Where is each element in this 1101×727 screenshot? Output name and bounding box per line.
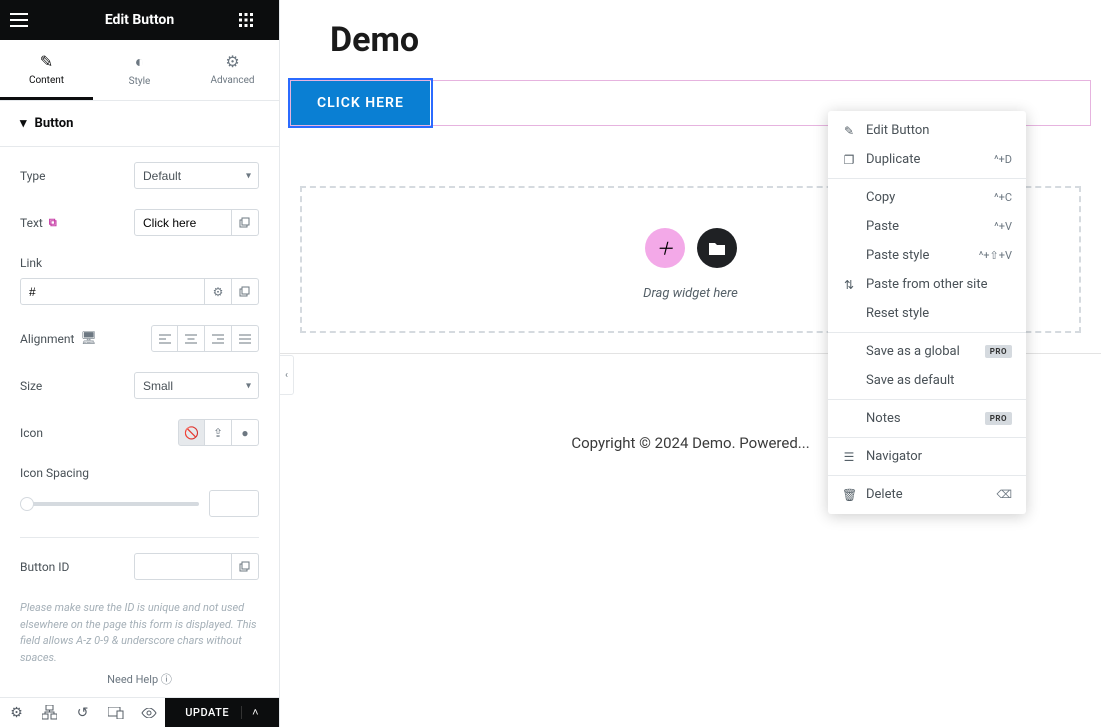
type-select[interactable]: Default xyxy=(134,162,259,189)
panel-tabs: ✎ Content ◐ Style ⚙ Advanced xyxy=(0,40,279,101)
preview-button[interactable] xyxy=(132,698,165,727)
ctx-paste[interactable]: Paste ^+V xyxy=(828,212,1026,241)
icon-spacing-slider[interactable] xyxy=(20,502,199,506)
control-type: Type Default xyxy=(20,162,259,189)
control-link: Link ⚙ xyxy=(20,256,259,305)
menu-icon[interactable] xyxy=(10,13,40,27)
desktop-icon[interactable]: 🖥 xyxy=(80,331,97,346)
ctx-save-default[interactable]: Save as default xyxy=(828,366,1026,395)
icon-upload-button[interactable]: ⇪ xyxy=(205,419,232,446)
pencil-icon: ✎ xyxy=(842,124,856,138)
control-icon: Icon 🚫 ⇪ ● xyxy=(20,419,259,446)
ctx-notes[interactable]: Notes PRO xyxy=(828,404,1026,433)
swap-icon: ⇅ xyxy=(842,278,856,292)
control-alignment: Alignment 🖥 xyxy=(20,325,259,352)
ctx-reset-style[interactable]: Reset style xyxy=(828,299,1026,328)
button-id-input[interactable] xyxy=(134,553,232,580)
context-menu: ✎ Edit Button ❐ Duplicate ^+D Copy ^+C P… xyxy=(828,111,1026,514)
ctx-navigator[interactable]: ☰ Navigator xyxy=(828,442,1026,471)
tab-content[interactable]: ✎ Content xyxy=(0,40,93,100)
panel-title: Edit Button xyxy=(40,12,239,28)
ctx-copy[interactable]: Copy ^+C xyxy=(828,183,1026,212)
icon-none-button[interactable]: 🚫 xyxy=(178,419,205,446)
size-select[interactable]: Small xyxy=(134,372,259,399)
editor-sidebar: Edit Button ✎ Content ◐ Style ⚙ Advanced… xyxy=(0,0,280,727)
align-left-button[interactable] xyxy=(151,325,178,352)
help-icon: ⓘ xyxy=(161,673,172,686)
icon-library-button[interactable]: ● xyxy=(232,419,259,446)
icon-spacing-input[interactable] xyxy=(209,490,259,517)
align-center-button[interactable] xyxy=(178,325,205,352)
control-button-id: Button ID xyxy=(20,553,259,580)
control-icon-spacing: Icon Spacing xyxy=(20,466,259,517)
tab-style[interactable]: ◐ Style xyxy=(93,40,186,100)
contrast-icon: ◐ xyxy=(93,52,186,72)
chevron-up-icon[interactable]: ˄ xyxy=(241,706,259,719)
sidebar-header: Edit Button xyxy=(0,0,279,40)
control-size: Size Small xyxy=(20,372,259,399)
dynamic-icon[interactable]: ⧉ xyxy=(49,216,57,230)
collapse-sidebar-button[interactable]: ‹ xyxy=(280,355,294,395)
link-input[interactable] xyxy=(20,278,205,305)
tab-advanced[interactable]: ⚙ Advanced xyxy=(186,40,279,100)
pencil-icon: ✎ xyxy=(0,52,93,71)
trash-icon: 🗑 xyxy=(842,488,856,502)
control-text: Text ⧉ xyxy=(20,209,259,236)
ctx-paste-style[interactable]: Paste style ^+⇧+V xyxy=(828,241,1026,270)
page-title: Demo xyxy=(280,0,1101,80)
update-button[interactable]: UPDATE ˄ xyxy=(165,698,279,727)
history-button[interactable]: ↺ xyxy=(66,698,99,727)
layers-icon: ☰ xyxy=(842,450,856,464)
link-options-button[interactable]: ⚙ xyxy=(205,278,232,305)
button-id-dynamic-button[interactable] xyxy=(232,553,259,580)
section-button-toggle[interactable]: ▾ Button xyxy=(0,101,279,147)
settings-button[interactable]: ⚙ xyxy=(0,698,33,727)
link-dynamic-button[interactable] xyxy=(232,278,259,305)
sidebar-footer: ⚙ ↺ UPDATE ˄ xyxy=(0,697,279,727)
backspace-icon: ⌫ xyxy=(996,488,1012,501)
copy-icon: ❐ xyxy=(842,153,856,167)
ctx-edit[interactable]: ✎ Edit Button xyxy=(828,116,1026,145)
ctx-delete[interactable]: 🗑 Delete ⌫ xyxy=(828,480,1026,509)
align-right-button[interactable] xyxy=(205,325,232,352)
apps-icon[interactable] xyxy=(239,13,269,27)
ctx-save-global[interactable]: Save as a global PRO xyxy=(828,337,1026,366)
button-id-help: Please make sure the ID is unique and no… xyxy=(20,600,259,661)
gear-icon: ⚙ xyxy=(186,52,279,71)
ctx-duplicate[interactable]: ❐ Duplicate ^+D xyxy=(828,145,1026,174)
demo-button[interactable]: CLICK HERE xyxy=(291,81,430,125)
template-library-button[interactable] xyxy=(697,228,737,268)
panel-body: ▾ Button Type Default Text ⧉ xyxy=(0,101,279,661)
dynamic-button[interactable] xyxy=(232,209,259,236)
ctx-paste-other[interactable]: ⇅ Paste from other site xyxy=(828,270,1026,299)
need-help-link[interactable]: Need Help ⓘ xyxy=(0,661,279,697)
structure-button[interactable] xyxy=(33,698,66,727)
add-section-button[interactable]: ＋ xyxy=(645,228,685,268)
caret-down-icon: ▾ xyxy=(20,116,27,131)
responsive-button[interactable] xyxy=(99,698,132,727)
text-input[interactable] xyxy=(134,209,232,236)
align-justify-button[interactable] xyxy=(232,325,259,352)
